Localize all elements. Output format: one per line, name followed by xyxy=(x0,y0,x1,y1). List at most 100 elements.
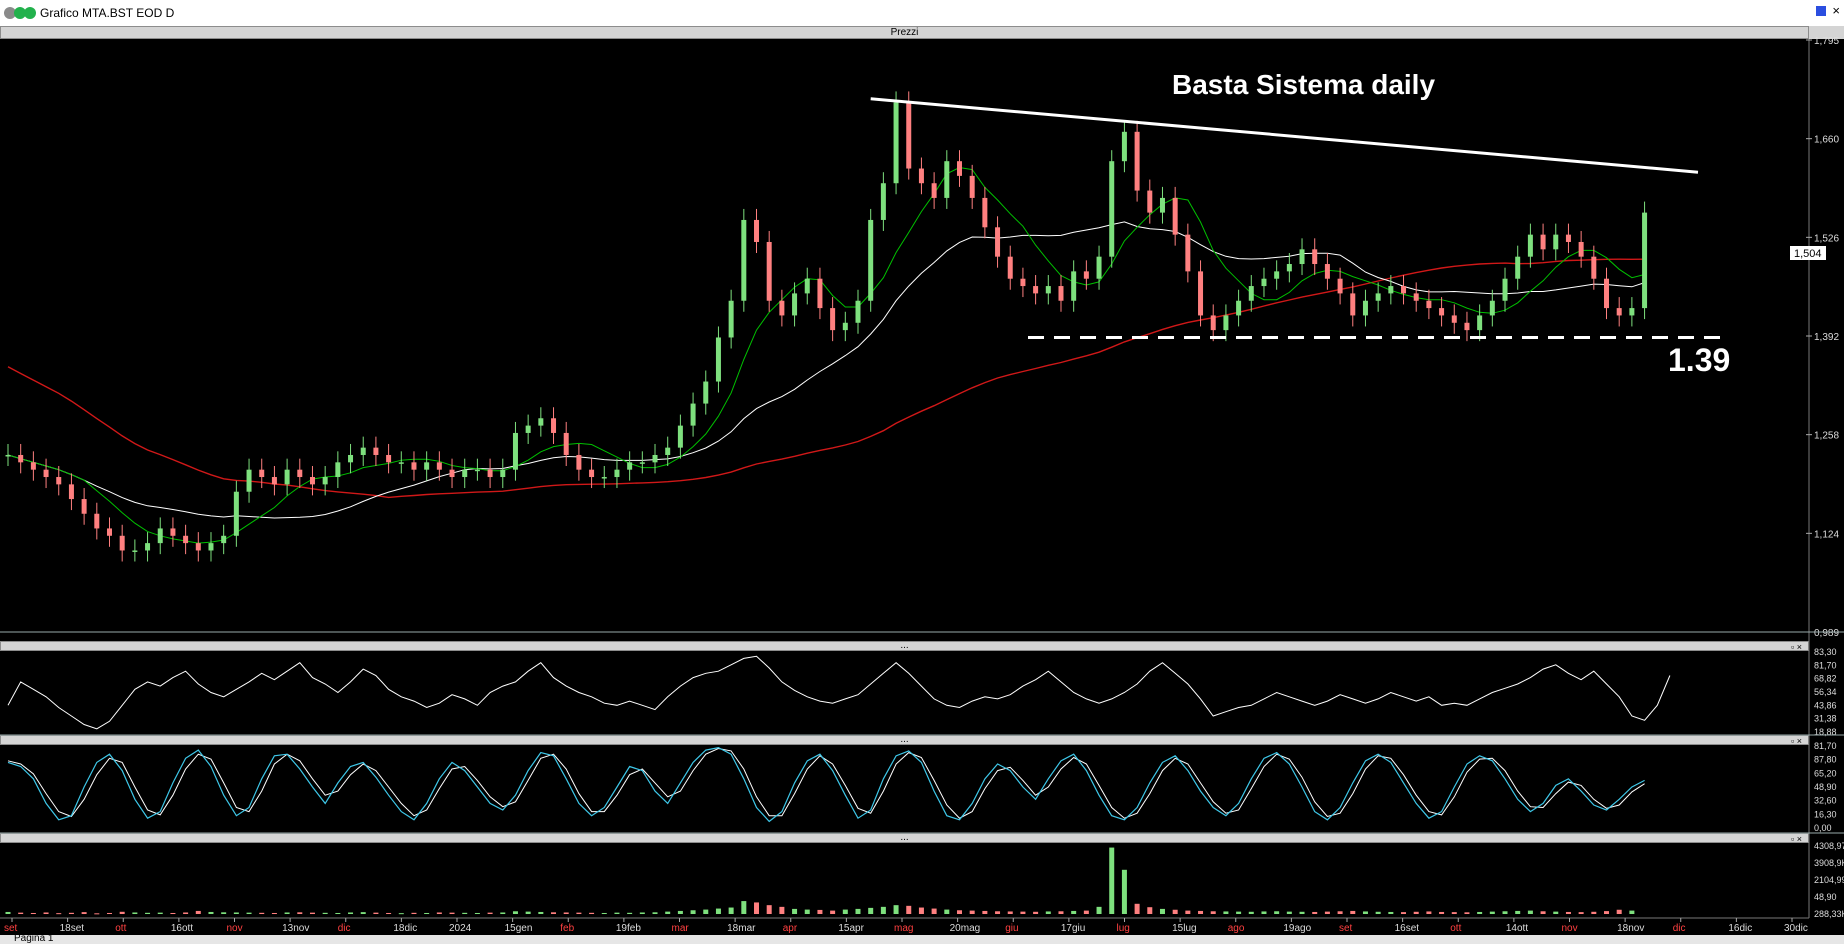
candle-body xyxy=(335,462,341,478)
candle-body xyxy=(741,219,747,301)
candle-body xyxy=(576,454,582,470)
volume-bar xyxy=(373,912,379,914)
candle-body xyxy=(322,477,328,485)
candle-body xyxy=(297,469,303,478)
volume-bar xyxy=(1362,911,1368,914)
candle-body xyxy=(918,168,924,184)
last-price-value: 1,504 xyxy=(1794,248,1822,260)
candle-body xyxy=(931,183,937,198)
volume-bar xyxy=(386,912,392,914)
candle-body xyxy=(68,484,74,500)
candle-body xyxy=(1540,234,1546,250)
ma-long-line xyxy=(7,258,1645,499)
candle-body xyxy=(728,300,734,338)
x-tick-label: 18set xyxy=(60,923,85,934)
candle-body xyxy=(715,337,721,382)
volume-bar xyxy=(195,910,201,914)
volume-tick-label: 3908,9K xyxy=(1814,858,1844,868)
candle-body xyxy=(1629,308,1635,316)
candle-body xyxy=(170,528,176,536)
volume-bar xyxy=(1413,911,1419,914)
volume-bar xyxy=(665,911,671,914)
candle-body xyxy=(487,469,493,478)
volume-bar xyxy=(1312,911,1318,914)
volume-bar xyxy=(969,910,975,914)
volume-bar xyxy=(259,912,265,914)
stochastic-panel: 81,70 87,80 65,20 48,90 32,60 16,30 0,00 xyxy=(7,741,1837,833)
volume-bar xyxy=(1464,912,1470,914)
candle-body xyxy=(43,469,49,478)
volume-bar xyxy=(830,910,836,914)
volume-bar xyxy=(18,912,24,914)
volume-bar xyxy=(5,911,11,914)
candle-body xyxy=(842,322,848,331)
volume-bar xyxy=(436,912,442,914)
candle-body xyxy=(157,528,163,544)
candle-body xyxy=(1159,197,1165,213)
volume-bar xyxy=(1033,911,1039,914)
candle-body xyxy=(906,102,912,169)
candle-body xyxy=(1045,286,1051,294)
candle-body xyxy=(677,425,683,448)
candle-body xyxy=(500,469,506,478)
volume-bar xyxy=(1324,911,1330,914)
volume-bar xyxy=(335,912,341,914)
price-panel xyxy=(5,91,1720,562)
candle-body xyxy=(1527,234,1533,257)
volume-bar xyxy=(1299,911,1305,914)
page-tab[interactable]: Pagina 1 xyxy=(14,933,53,944)
volume-bar xyxy=(804,909,810,914)
candle-body xyxy=(512,432,518,470)
x-tick-label: 15apr xyxy=(838,923,864,934)
volume-bar xyxy=(741,901,747,914)
volume-bar xyxy=(601,912,607,914)
candle-body xyxy=(81,499,87,514)
candle-body xyxy=(411,462,417,470)
candle-body xyxy=(1223,315,1229,331)
chart-canvas[interactable]: 83,3081,7068,8256,3443,8631,3818,88 81,7… xyxy=(0,0,1844,944)
volume-bar xyxy=(728,907,734,914)
volume-bar xyxy=(690,910,696,914)
candle-body xyxy=(221,535,227,544)
candle-body xyxy=(1413,293,1419,301)
volume-bar xyxy=(309,912,315,914)
volume-bar xyxy=(1629,910,1635,914)
chart-title: Basta Sistema daily xyxy=(1172,69,1435,100)
x-tick-label: 16set xyxy=(1395,923,1420,934)
candle-body xyxy=(1083,271,1089,279)
candle-body xyxy=(956,161,962,176)
candle-body xyxy=(614,469,620,478)
candle-body xyxy=(525,425,531,433)
candle-body xyxy=(5,454,11,457)
candle-body xyxy=(94,513,100,529)
volume-bar xyxy=(551,912,557,914)
resistance-trendline xyxy=(870,97,1699,174)
volume-bar xyxy=(563,912,569,914)
y-axis: 1,795 1,660 1,526 1,392 1,258 1,124 0,989 xyxy=(0,36,1844,918)
candle-body xyxy=(183,535,189,544)
x-tick-label: set xyxy=(1339,923,1353,934)
x-tick-label: ott xyxy=(115,923,126,934)
volume-bar xyxy=(792,908,798,914)
candle-body xyxy=(665,447,671,455)
volume-bar xyxy=(1198,910,1204,914)
volume-tick-label: 2104,99K xyxy=(1814,875,1844,885)
y-tick-label: 1,258 xyxy=(1814,431,1839,442)
candle-body xyxy=(1451,315,1457,323)
candle-body xyxy=(1616,308,1622,316)
volume-bar xyxy=(30,912,36,914)
candle-body xyxy=(1464,322,1470,331)
x-tick-label: 2024 xyxy=(449,923,472,934)
volume-bar xyxy=(1236,911,1242,914)
volume-bar xyxy=(297,912,303,914)
volume-bar xyxy=(132,912,138,914)
candle-body xyxy=(106,528,112,536)
candle-body xyxy=(18,454,24,463)
volume-bar xyxy=(1261,911,1267,914)
candle-body xyxy=(1020,278,1026,287)
volume-bar xyxy=(614,912,620,914)
volume-bar xyxy=(1274,911,1280,914)
candle-body xyxy=(982,197,988,228)
stoch-k-line xyxy=(7,746,1645,823)
volume-bar xyxy=(94,913,100,915)
